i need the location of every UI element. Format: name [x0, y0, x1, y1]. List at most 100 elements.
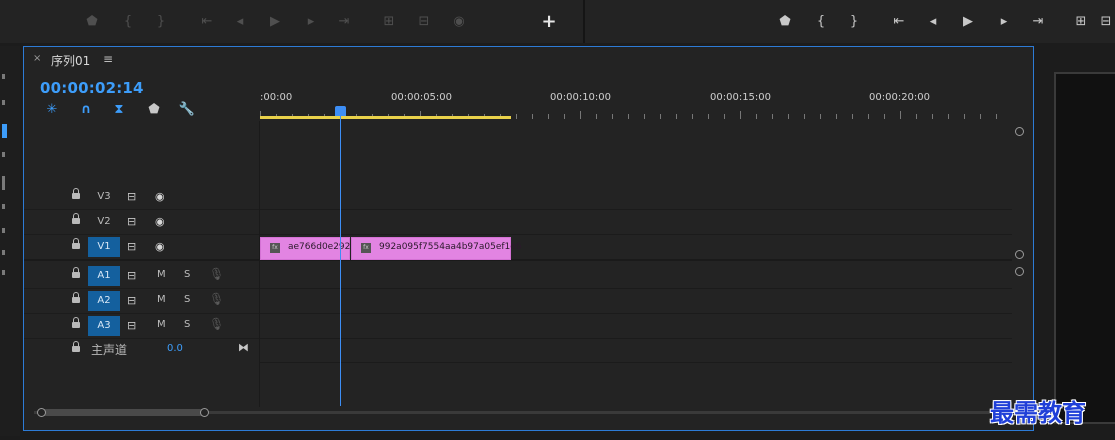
- slip-tool-icon[interactable]: [2, 204, 5, 209]
- mute-button[interactable]: M: [157, 294, 166, 305]
- extract-icon[interactable]: ⊟: [1096, 12, 1115, 32]
- step-back-icon[interactable]: ◂: [923, 12, 943, 32]
- snap-nest-icon[interactable]: ✳: [43, 102, 61, 118]
- selection-tool-icon[interactable]: [2, 74, 5, 79]
- lock-icon[interactable]: [72, 213, 80, 225]
- insert-icon[interactable]: ⊞: [379, 12, 399, 32]
- track-select-tool-icon[interactable]: [2, 100, 5, 105]
- track-name[interactable]: A1: [88, 266, 120, 286]
- rolling-edit-tool-icon[interactable]: [2, 152, 5, 157]
- panel-menu-icon[interactable]: ≡: [103, 52, 113, 66]
- horizontal-zoom-scrollbar[interactable]: [34, 406, 1009, 420]
- go-to-in-icon[interactable]: ⇤: [197, 12, 217, 32]
- vertical-scrollbar[interactable]: [1015, 127, 1024, 402]
- lane-a2[interactable]: [260, 289, 1012, 314]
- eye-icon[interactable]: ◉: [155, 190, 165, 203]
- scroll-thumb[interactable]: [42, 409, 208, 416]
- track-name[interactable]: V2: [88, 212, 120, 232]
- track-header-a3[interactable]: A3 ⊟ M S 🎙: [24, 314, 259, 339]
- mark-out-icon[interactable]: }: [844, 12, 864, 32]
- lane-a1[interactable]: [260, 264, 1012, 289]
- lock-icon[interactable]: [72, 267, 80, 279]
- lane-v3[interactable]: [260, 185, 1012, 210]
- solo-button[interactable]: S: [184, 294, 190, 305]
- add-button-icon[interactable]: +: [539, 12, 559, 32]
- eye-icon[interactable]: ◉: [155, 240, 165, 253]
- lane-a3[interactable]: [260, 314, 1012, 339]
- playhead-line[interactable]: [340, 116, 341, 406]
- master-track-header[interactable]: 主声道 0.0 ⧓: [24, 338, 259, 362]
- overwrite-icon[interactable]: ⊟: [414, 12, 434, 32]
- lock-icon[interactable]: [72, 341, 80, 353]
- close-tab-button[interactable]: ×: [33, 53, 41, 64]
- add-marker-icon[interactable]: ⬟: [145, 102, 163, 118]
- ripple-edit-tool-icon[interactable]: [2, 124, 7, 138]
- hand-tool-icon[interactable]: [2, 250, 5, 255]
- timeline-settings-wrench-icon[interactable]: 🔧: [178, 102, 196, 118]
- eye-icon[interactable]: ◉: [155, 215, 165, 228]
- track-lanes[interactable]: [260, 185, 1012, 407]
- scroll-handle-top[interactable]: [1015, 127, 1024, 136]
- linked-selection-icon[interactable]: ⧗: [110, 102, 128, 118]
- solo-button[interactable]: S: [184, 269, 190, 280]
- razor-tool-icon[interactable]: [2, 176, 5, 190]
- step-back-icon[interactable]: ◂: [230, 12, 250, 32]
- sync-lock-icon[interactable]: ⊟: [127, 190, 136, 203]
- go-to-out-icon[interactable]: ⇥: [334, 12, 354, 32]
- lift-icon[interactable]: ⊞: [1071, 12, 1091, 32]
- lock-icon[interactable]: [72, 188, 80, 200]
- track-name[interactable]: A3: [88, 316, 120, 336]
- mark-in-icon[interactable]: {: [811, 12, 831, 32]
- playhead-handle[interactable]: [335, 106, 346, 116]
- sequence-tab-title[interactable]: 序列01: [51, 52, 90, 69]
- step-forward-icon[interactable]: ▸: [301, 12, 321, 32]
- mark-in-icon[interactable]: {: [118, 12, 138, 32]
- solo-button[interactable]: S: [184, 319, 190, 330]
- track-name[interactable]: V1: [88, 237, 120, 257]
- lock-icon[interactable]: [72, 317, 80, 329]
- sync-lock-icon[interactable]: ⊟: [127, 319, 136, 332]
- zoom-handle-left[interactable]: [37, 408, 46, 417]
- mute-button[interactable]: M: [157, 319, 166, 330]
- video-audio-divider[interactable]: [24, 259, 1012, 261]
- master-volume-value[interactable]: 0.0: [167, 343, 183, 354]
- sync-lock-icon[interactable]: ⊟: [127, 240, 136, 253]
- go-to-in-icon[interactable]: ⇤: [889, 12, 909, 32]
- track-name[interactable]: V3: [88, 187, 120, 207]
- scroll-handle-bottom[interactable]: [1015, 250, 1024, 259]
- type-tool-icon[interactable]: [2, 270, 5, 275]
- marker-icon[interactable]: ⬟: [775, 12, 795, 32]
- play-icon[interactable]: ▶: [265, 12, 285, 32]
- mute-button[interactable]: M: [157, 269, 166, 280]
- microphone-icon[interactable]: 🎙: [209, 267, 224, 281]
- work-area-bar[interactable]: [260, 116, 511, 119]
- microphone-icon[interactable]: 🎙: [209, 292, 224, 306]
- go-to-out-icon[interactable]: ⇥: [1028, 12, 1048, 32]
- video-clip[interactable]: fx 992a095f7554aa4b97a05ef1e6: [351, 237, 522, 260]
- step-forward-icon[interactable]: ▸: [994, 12, 1014, 32]
- sync-lock-icon[interactable]: ⊟: [127, 215, 136, 228]
- playhead-timecode[interactable]: 00:00:02:14: [40, 79, 144, 97]
- mark-out-icon[interactable]: }: [151, 12, 171, 32]
- sync-lock-icon[interactable]: ⊟: [127, 269, 136, 282]
- track-header-v2[interactable]: V2 ⊟ ◉: [24, 210, 259, 235]
- export-frame-icon[interactable]: ◉: [449, 12, 469, 32]
- zoom-handle-right[interactable]: [200, 408, 209, 417]
- lane-master[interactable]: [260, 338, 1012, 363]
- marker-icon[interactable]: ⬟: [82, 12, 102, 32]
- video-clip[interactable]: fx ae766d0e292: [260, 237, 350, 260]
- go-to-master-icon[interactable]: ⧓: [238, 341, 249, 354]
- sync-lock-icon[interactable]: ⊟: [127, 294, 136, 307]
- track-name[interactable]: A2: [88, 291, 120, 311]
- pen-tool-icon[interactable]: [2, 228, 5, 233]
- lock-icon[interactable]: [72, 238, 80, 250]
- microphone-icon[interactable]: 🎙: [209, 317, 224, 331]
- lock-icon[interactable]: [72, 292, 80, 304]
- track-header-v1[interactable]: V1 ⊟ ◉: [24, 235, 259, 260]
- track-header-v3[interactable]: V3 ⊟ ◉: [24, 185, 259, 210]
- track-header-a2[interactable]: A2 ⊟ M S 🎙: [24, 289, 259, 314]
- snap-magnet-icon[interactable]: ∩: [77, 102, 95, 118]
- lane-v2[interactable]: [260, 210, 1012, 235]
- play-icon[interactable]: ▶: [958, 12, 978, 32]
- track-header-a1[interactable]: A1 ⊟ M S 🎙: [24, 264, 259, 289]
